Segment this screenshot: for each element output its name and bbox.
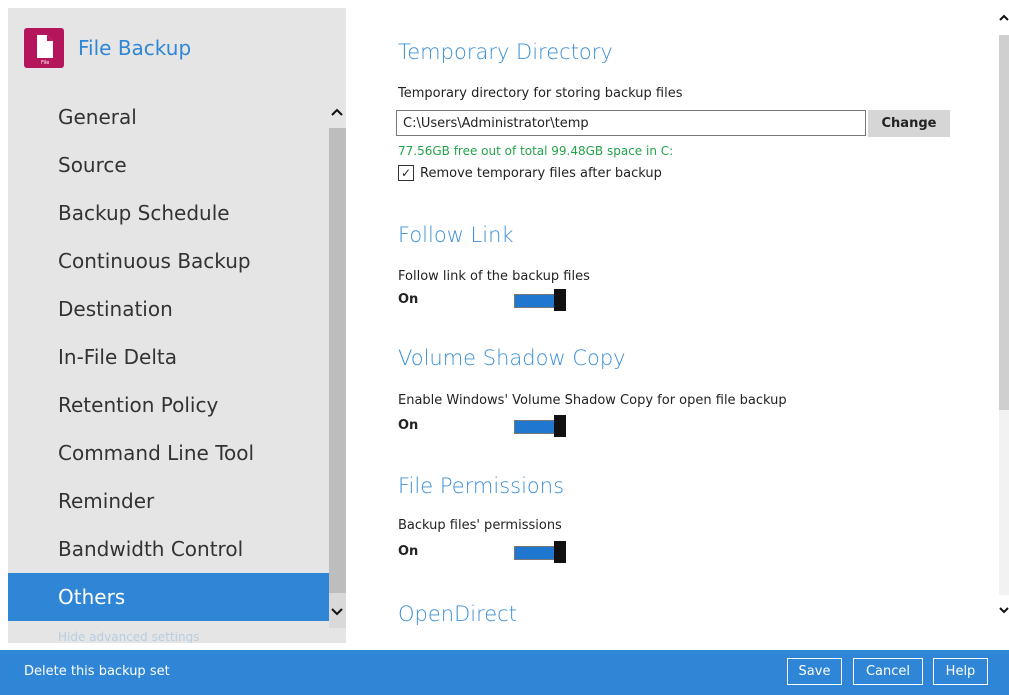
help-button[interactable]: Help bbox=[933, 658, 988, 685]
sidebar: File File Backup General Source Backup S… bbox=[8, 8, 346, 643]
toggle-knob[interactable] bbox=[554, 415, 566, 437]
toggle-knob[interactable] bbox=[554, 289, 566, 311]
volume-shadow-copy-label: Enable Windows' Volume Shadow Copy for o… bbox=[398, 393, 787, 408]
sidebar-item-continuous-backup[interactable]: Continuous Backup bbox=[8, 237, 329, 285]
chevron-up-icon[interactable] bbox=[330, 106, 344, 120]
temporary-directory-label: Temporary directory for storing backup f… bbox=[398, 86, 683, 101]
temporary-directory-title: Temporary Directory bbox=[398, 40, 613, 64]
sidebar-nav: General Source Backup Schedule Continuou… bbox=[8, 93, 329, 621]
toggle-knob[interactable] bbox=[554, 541, 566, 563]
remove-temp-files-label: Remove temporary files after backup bbox=[420, 165, 662, 181]
follow-link-state: On bbox=[398, 292, 419, 307]
main-scrollbar-thumb[interactable] bbox=[999, 35, 1009, 410]
sidebar-item-destination[interactable]: Destination bbox=[8, 285, 329, 333]
sidebar-item-source[interactable]: Source bbox=[8, 141, 329, 189]
delete-backup-set-link[interactable]: Delete this backup set bbox=[24, 664, 170, 679]
sidebar-item-in-file-delta[interactable]: In-File Delta bbox=[8, 333, 329, 381]
remove-temp-files-row[interactable]: ✓ Remove temporary files after backup bbox=[398, 165, 662, 181]
volume-shadow-copy-toggle[interactable] bbox=[514, 415, 566, 437]
sidebar-item-general[interactable]: General bbox=[8, 93, 329, 141]
follow-link-title: Follow Link bbox=[398, 223, 514, 247]
volume-shadow-copy-title: Volume Shadow Copy bbox=[398, 346, 626, 370]
sidebar-item-retention-policy[interactable]: Retention Policy bbox=[8, 381, 329, 429]
file-permissions-label: Backup files' permissions bbox=[398, 518, 562, 533]
opendirect-title: OpenDirect bbox=[398, 602, 517, 626]
follow-link-toggle[interactable] bbox=[514, 289, 566, 311]
change-button[interactable]: Change bbox=[868, 110, 950, 137]
app-icon-label: File bbox=[41, 60, 49, 66]
scroll-down-icon[interactable] bbox=[999, 604, 1009, 618]
chevron-down-icon[interactable] bbox=[330, 606, 344, 620]
file-icon: File bbox=[24, 28, 64, 68]
scroll-up-icon[interactable] bbox=[999, 12, 1009, 26]
footer-bar: Delete this backup set Save Cancel Help bbox=[0, 650, 1009, 695]
sidebar-item-backup-schedule[interactable]: Backup Schedule bbox=[8, 189, 329, 237]
file-permissions-state: On bbox=[398, 544, 419, 559]
app-header: File File Backup bbox=[24, 28, 191, 68]
file-permissions-title: File Permissions bbox=[398, 474, 565, 498]
sidebar-scrollbar-thumb[interactable] bbox=[329, 128, 346, 593]
cancel-button[interactable]: Cancel bbox=[853, 658, 923, 685]
sidebar-item-others[interactable]: Others bbox=[8, 573, 329, 621]
volume-shadow-copy-state: On bbox=[398, 418, 419, 433]
file-permissions-toggle[interactable] bbox=[514, 541, 566, 563]
sidebar-item-bandwidth-control[interactable]: Bandwidth Control bbox=[8, 525, 329, 573]
remove-temp-files-checkbox[interactable]: ✓ bbox=[398, 165, 414, 181]
save-button[interactable]: Save bbox=[787, 658, 842, 685]
sidebar-item-command-line-tool[interactable]: Command Line Tool bbox=[8, 429, 329, 477]
app-title: File Backup bbox=[78, 36, 192, 60]
free-space-text: 77.56GB free out of total 99.48GB space … bbox=[398, 144, 674, 158]
sidebar-item-reminder[interactable]: Reminder bbox=[8, 477, 329, 525]
temporary-directory-input[interactable] bbox=[396, 110, 866, 136]
follow-link-label: Follow link of the backup files bbox=[398, 269, 590, 284]
hide-advanced-settings-link[interactable]: Hide advanced settings bbox=[58, 630, 199, 643]
